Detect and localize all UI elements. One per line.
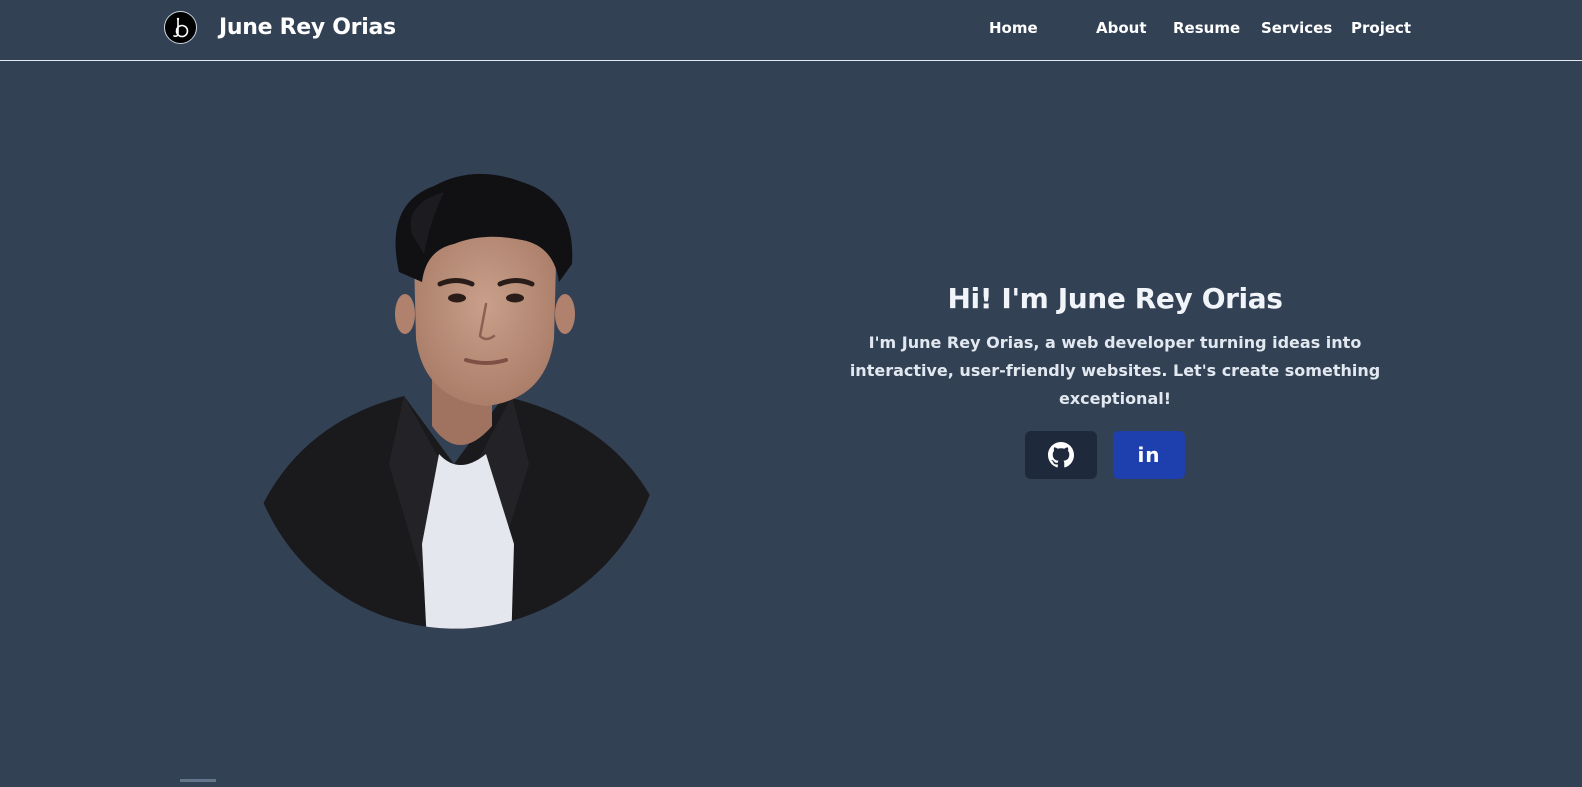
social-links: in xyxy=(1025,431,1185,479)
page-bottom-edge xyxy=(0,779,1582,787)
nav-services[interactable]: Services xyxy=(1261,19,1332,37)
navbar: June Rey Orias Home About Resume Service… xyxy=(0,0,1582,61)
hero-section: Hi! I'm June Rey Orias I'm June Rey Oria… xyxy=(800,282,1430,413)
linkedin-icon: in xyxy=(1137,443,1161,467)
nav-about[interactable]: About xyxy=(1096,19,1147,37)
portrait-illustration xyxy=(254,173,664,674)
nav-home[interactable]: Home xyxy=(989,19,1038,37)
github-button[interactable] xyxy=(1025,431,1097,479)
github-icon xyxy=(1048,442,1074,468)
main-nav: Home About Resume Services Project xyxy=(0,19,1582,43)
scroll-indicator xyxy=(180,779,216,782)
hero-title: Hi! I'm June Rey Orias xyxy=(947,282,1283,315)
profile-photo xyxy=(254,164,664,676)
linkedin-button[interactable]: in xyxy=(1113,431,1185,479)
hero-description: I'm June Rey Orias, a web developer turn… xyxy=(849,333,1381,408)
nav-project[interactable]: Project xyxy=(1351,19,1411,37)
nav-resume[interactable]: Resume xyxy=(1173,19,1240,37)
